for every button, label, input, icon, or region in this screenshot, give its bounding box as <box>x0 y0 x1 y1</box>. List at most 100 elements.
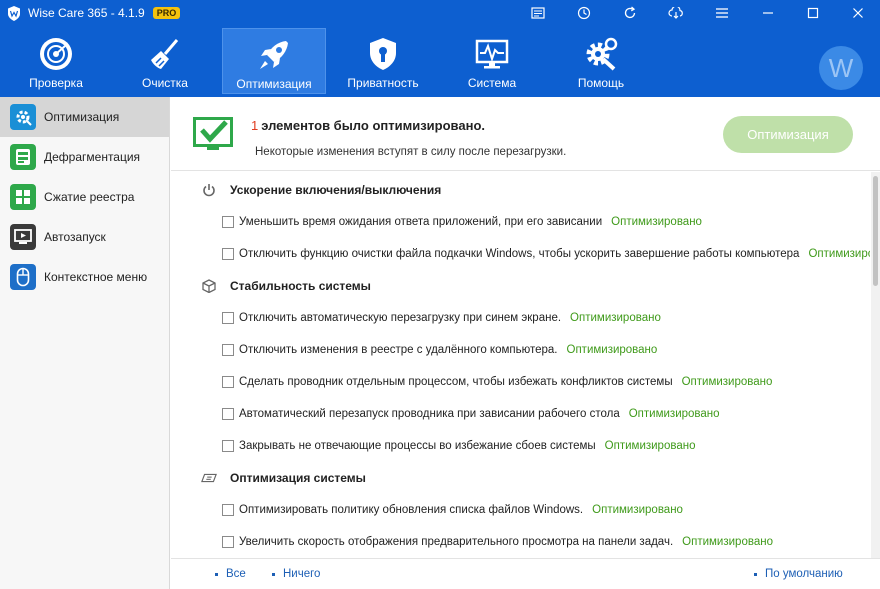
section-stability: Стабильность системы <box>201 276 371 296</box>
refresh-icon[interactable] <box>607 0 653 26</box>
bullet <box>754 572 757 576</box>
success-check-icon <box>193 117 235 153</box>
checkbox[interactable] <box>222 504 234 516</box>
optimize-icon <box>10 104 36 130</box>
account-avatar[interactable]: W <box>819 46 863 90</box>
shield-icon <box>365 36 401 72</box>
select-all-label: Все <box>226 568 246 580</box>
nav-label: Приватность <box>347 76 419 90</box>
nav-help[interactable]: Помощь <box>549 28 653 94</box>
radar-icon <box>38 36 74 72</box>
list-item[interactable]: Уменьшить время ожидания ответа приложен… <box>222 212 702 232</box>
title-bar: Wise Care 365 - 4.1.9 PRO <box>0 0 880 26</box>
pro-badge: PRO <box>152 7 181 19</box>
feedback-icon[interactable] <box>515 0 561 26</box>
list-item[interactable]: Закрывать не отвечающие процессы во избе… <box>222 436 695 456</box>
checkbox[interactable] <box>222 536 234 548</box>
list-item[interactable]: Автоматический перезапуск проводника при… <box>222 404 720 424</box>
item-text: Уменьшить время ожидания ответа приложен… <box>239 216 603 228</box>
nav-check[interactable]: Проверка <box>4 28 108 94</box>
sidebar-item-label: Дефрагментация <box>44 150 141 164</box>
broom-icon <box>147 36 183 72</box>
section-title: Стабильность системы <box>230 279 371 293</box>
list-item[interactable]: Отключить функцию очистки файла подкачки… <box>222 244 870 264</box>
maximize-icon[interactable] <box>790 0 835 26</box>
section-title: Оптимизация системы <box>230 471 366 485</box>
item-text: Отключить изменения в реестре с удалённо… <box>239 344 558 356</box>
list-item[interactable]: Отключить изменения в реестре с удалённо… <box>222 340 657 360</box>
sidebar-item-defrag[interactable]: Дефрагментация <box>0 137 169 177</box>
item-text: Сделать проводник отдельным процессом, ч… <box>239 376 673 388</box>
sidebar-item-context-menu[interactable]: Контекстное меню <box>0 257 169 297</box>
mouse-icon <box>10 264 36 290</box>
list-item[interactable]: Оптимизировать политику обновления списк… <box>222 500 683 520</box>
sidebar-item-label: Контекстное меню <box>44 270 148 284</box>
item-text: Отключить автоматическую перезагрузку пр… <box>239 312 562 324</box>
item-text: Отключить функцию очистки файла подкачки… <box>239 248 800 260</box>
select-none-link[interactable]: Ничего <box>272 568 320 580</box>
disk-icon <box>10 144 36 170</box>
nav-privacy[interactable]: Приватность <box>331 28 435 94</box>
nav-system[interactable]: Система <box>440 28 544 94</box>
menu-icon[interactable] <box>699 0 745 26</box>
list-scrollbar[interactable] <box>871 172 880 558</box>
startup-icon <box>10 224 36 250</box>
section-system-optimization: Оптимизация системы <box>201 468 366 488</box>
scrollbar-thumb[interactable] <box>873 176 878 286</box>
sidebar-item-startup[interactable]: Автозапуск <box>0 217 169 257</box>
close-icon[interactable] <box>835 0 880 26</box>
monitor-icon <box>474 36 510 72</box>
checkbox[interactable] <box>222 408 234 420</box>
optimize-button[interactable]: Оптимизация <box>723 116 853 153</box>
list-item[interactable]: Отключить автоматическую перезагрузку пр… <box>222 308 661 328</box>
minimize-icon[interactable] <box>745 0 790 26</box>
sidebar-item-label: Оптимизация <box>44 110 120 124</box>
selection-footer: Все Ничего По умолчанию <box>171 558 880 589</box>
registry-icon <box>10 184 36 210</box>
history-icon[interactable] <box>561 0 607 26</box>
checkbox[interactable] <box>222 344 234 356</box>
default-link[interactable]: По умолчанию <box>754 568 843 580</box>
nav-optimize[interactable]: Оптимизация <box>222 28 326 94</box>
select-none-label: Ничего <box>283 568 321 580</box>
list-item[interactable]: Сделать проводник отдельным процессом, ч… <box>222 372 772 392</box>
list-item[interactable]: Увеличить скорость отображения предварит… <box>222 532 773 552</box>
power-icon <box>201 182 217 198</box>
checkbox[interactable] <box>222 440 234 452</box>
sidebar: Оптимизация Дефрагментация Сжатие реестр… <box>0 97 170 589</box>
status-label: Оптимизировано <box>611 216 702 228</box>
nav-clean[interactable]: Очистка <box>113 28 217 94</box>
status-label: Оптимизировано <box>566 344 658 356</box>
sidebar-item-optimize[interactable]: Оптимизация <box>0 97 169 137</box>
status-label: Оптимизировано <box>681 376 773 388</box>
window-title: Wise Care 365 - 4.1.9 <box>28 6 145 20</box>
speed-icon <box>201 470 217 486</box>
app-window: Wise Care 365 - 4.1.9 PRO Проверка Очист… <box>0 0 880 589</box>
checkbox[interactable] <box>222 248 234 260</box>
select-all-link[interactable]: Все <box>215 568 246 580</box>
status-label: Оптимизиро... <box>808 248 870 260</box>
default-label: По умолчанию <box>765 568 843 580</box>
sidebar-item-label: Сжатие реестра <box>44 190 135 204</box>
result-header: 1 элементов было оптимизировано. Некоторы… <box>171 97 880 171</box>
main-nav: Проверка Очистка Оптимизация Приватность… <box>0 26 880 97</box>
optimized-count: 1 элементов было оптимизировано. <box>251 118 485 133</box>
cloud-icon[interactable] <box>653 0 699 26</box>
status-label: Оптимизировано <box>604 440 696 452</box>
optimized-count-number: 1 <box>251 118 259 133</box>
item-text: Оптимизировать политику обновления списк… <box>239 504 584 516</box>
nav-label: Очистка <box>142 76 188 90</box>
checkbox[interactable] <box>222 312 234 324</box>
nav-label: Оптимизация <box>236 77 312 91</box>
item-text: Автоматический перезапуск проводника при… <box>239 408 620 420</box>
sidebar-item-registry[interactable]: Сжатие реестра <box>0 177 169 217</box>
tweak-list: Ускорение включения/выключения Уменьшить… <box>171 172 870 558</box>
bullet <box>215 572 218 576</box>
checkbox[interactable] <box>222 376 234 388</box>
restart-notice: Некоторые изменения вступят в силу после… <box>255 146 567 158</box>
checkbox[interactable] <box>222 216 234 228</box>
nav-label: Проверка <box>29 76 83 90</box>
app-logo-icon <box>6 5 22 21</box>
cube-icon <box>201 278 217 294</box>
section-title: Ускорение включения/выключения <box>230 183 442 197</box>
